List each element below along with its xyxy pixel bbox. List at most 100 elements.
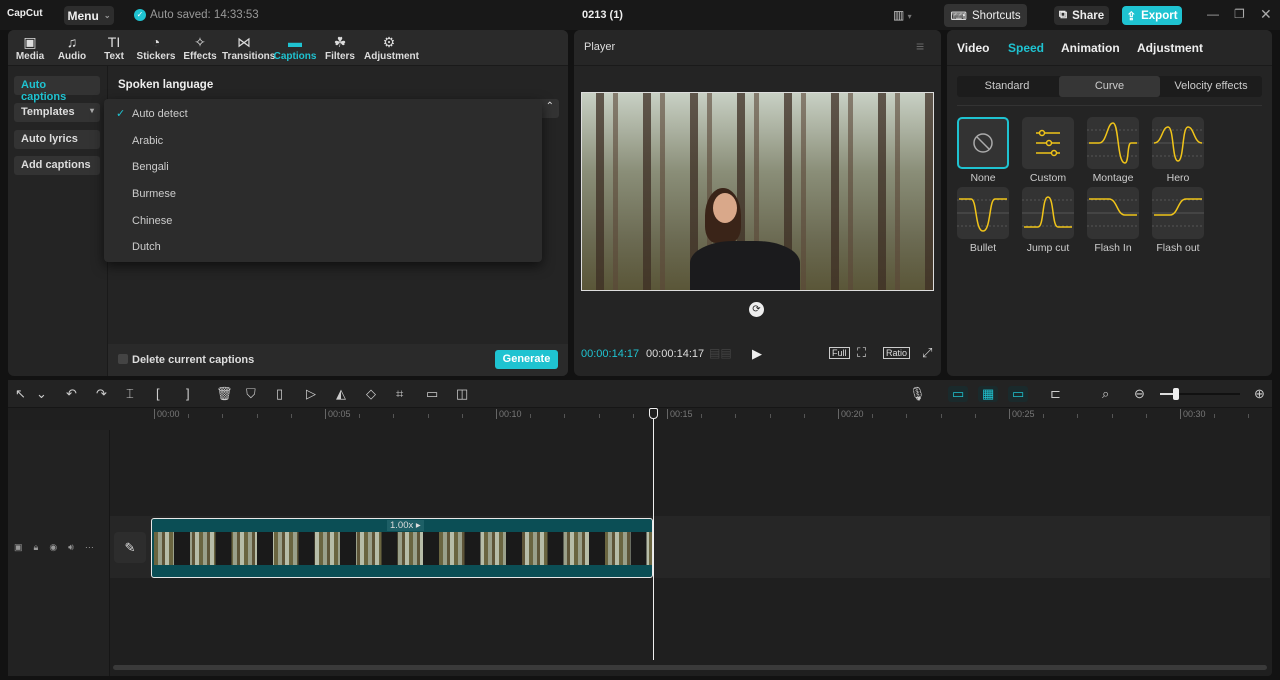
ruler-tick: 00:25	[1009, 409, 1035, 419]
volume-icon[interactable]: 🔊︎	[68, 542, 74, 553]
tab-stickers[interactable]: ◔ Stickers	[134, 34, 178, 62]
curve-hero[interactable]	[1152, 117, 1204, 169]
curve-flash-out[interactable]	[1152, 187, 1204, 239]
curve-montage[interactable]	[1087, 117, 1139, 169]
tab-speed[interactable]: Speed	[1008, 41, 1044, 55]
delete-icon[interactable]: 🗑︎	[216, 386, 233, 402]
eye-icon[interactable]: ◉	[49, 542, 57, 553]
tab-text[interactable]: TI Text	[92, 34, 136, 62]
horizontal-scrollbar[interactable]	[113, 665, 1267, 670]
menu-button[interactable]: Menu ⌄	[64, 6, 114, 25]
auto-reframe-icon[interactable]: ▭	[426, 386, 438, 402]
tab-captions[interactable]: ▬ Captions	[273, 34, 317, 62]
tab-adjustment[interactable]: ⚙ Adjustment	[364, 34, 419, 62]
segment-velocity-effects[interactable]: Velocity effects	[1162, 76, 1260, 97]
preview-axis-icon[interactable]: ⊏	[1050, 386, 1061, 402]
minimize-button[interactable]: —	[1207, 7, 1219, 21]
zoom-out-icon[interactable]: ⊖	[1134, 386, 1145, 402]
menu-icon[interactable]: ≡	[916, 38, 924, 54]
undo-icon[interactable]: ↶	[66, 386, 77, 402]
restore-button[interactable]: ❐	[1234, 7, 1245, 21]
more-icon[interactable]: ⋯	[85, 542, 94, 553]
full-button[interactable]: Full	[829, 347, 850, 359]
freeze-icon[interactable]: ▯	[276, 386, 283, 402]
crop-icon[interactable]: ⌗	[396, 386, 403, 402]
main-track-magnet-icon[interactable]: ▭	[948, 386, 969, 402]
tab-media[interactable]: ▣ Media	[8, 34, 52, 62]
mark-icon[interactable]: ⛉	[246, 386, 256, 402]
rotate-icon[interactable]: ⟳	[749, 302, 764, 317]
link-icon[interactable]: ▭	[1008, 386, 1029, 402]
tab-label: Captions	[273, 51, 317, 62]
fullscreen-icon[interactable]: ⤢	[922, 345, 932, 361]
current-time: 00:00:14:17	[581, 348, 640, 360]
curve-jump-cut[interactable]	[1022, 187, 1074, 239]
lock-icon[interactable]: 🔒︎	[34, 542, 39, 553]
language-label: Arabic	[132, 134, 164, 147]
curve-label: Jump cut	[1026, 242, 1070, 254]
playhead[interactable]	[648, 408, 658, 660]
close-button[interactable]: ✕	[1260, 6, 1272, 23]
sidebar-item-add-captions[interactable]: Add captions	[14, 156, 100, 175]
trim-left-icon[interactable]: [	[156, 386, 160, 401]
language-option-burmese[interactable]: Burmese	[104, 181, 542, 208]
language-option-dutch[interactable]: Dutch	[104, 234, 542, 261]
microphone-icon[interactable]: 🎙︎	[909, 386, 926, 402]
tab-filters[interactable]: ☘ Filters	[318, 34, 362, 62]
language-option-chinese[interactable]: Chinese	[104, 208, 542, 235]
none-icon	[957, 117, 1009, 172]
trim-right-icon[interactable]: ]	[186, 386, 190, 401]
chevron-up-icon: ⌃	[545, 101, 554, 112]
ruler-tick: 00:15	[667, 409, 693, 419]
generate-button[interactable]: Generate	[495, 350, 558, 369]
language-option-arabic[interactable]: Arabic	[104, 128, 542, 155]
curve-custom[interactable]	[1022, 117, 1074, 169]
layout-icon[interactable]: ▥ ▾	[893, 8, 912, 22]
edit-cover-button[interactable]: ✎	[114, 532, 146, 563]
sidebar-item-auto-lyrics[interactable]: Auto lyrics	[14, 130, 100, 149]
play-button[interactable]: ▶	[752, 346, 762, 362]
zoom-to-fit-icon[interactable]: ⌕	[1102, 386, 1109, 402]
tab-adjustment[interactable]: Adjustment	[1137, 41, 1203, 55]
clip-speed-badge[interactable]: 1.00x ▸	[387, 520, 424, 531]
auto-snap-icon[interactable]: ▦	[978, 386, 999, 402]
language-option-auto-detect[interactable]: ✓ Auto detect	[104, 101, 542, 128]
language-option-bengali[interactable]: Bengali	[104, 154, 542, 181]
player-title: Player	[584, 41, 616, 53]
shortcuts-button[interactable]: ⌨ Shortcuts	[944, 4, 1027, 27]
tab-video[interactable]: Video	[957, 41, 989, 55]
cover-icon[interactable]: ▣	[14, 542, 23, 553]
app-logo: CapCut	[7, 8, 43, 19]
slider-thumb[interactable]	[1173, 388, 1179, 400]
tab-effects[interactable]: ✧ Effects	[178, 34, 222, 62]
curve-flash-in[interactable]	[1087, 187, 1139, 239]
tab-audio[interactable]: ♫ Audio	[50, 34, 94, 62]
zoom-fit-icon[interactable]: ⛶	[857, 345, 866, 361]
rotate-icon[interactable]: ◇	[366, 386, 376, 402]
reverse-icon[interactable]: ▷	[306, 386, 316, 402]
export-button[interactable]: ⇪ Export	[1122, 6, 1182, 25]
split-screen-icon[interactable]: ◫	[456, 386, 468, 402]
delete-captions-checkbox[interactable]	[118, 354, 128, 364]
tab-transitions[interactable]: ⋈ Transitions	[222, 34, 275, 62]
select-dropdown-icon[interactable]: ⌄	[36, 386, 47, 402]
redo-icon[interactable]: ↷	[96, 386, 107, 402]
select-tool-icon[interactable]: ↖	[15, 386, 26, 402]
video-clip[interactable]: 1.00x ▸	[151, 518, 653, 578]
ruler-tick: 00:10	[496, 409, 522, 419]
share-button[interactable]: ⧉ Share	[1054, 6, 1109, 25]
curve-bullet[interactable]	[957, 187, 1009, 239]
sidebar-item-auto-captions[interactable]: Auto captions	[14, 76, 100, 103]
tab-animation[interactable]: Animation	[1061, 41, 1120, 55]
segment-standard[interactable]: Standard	[957, 76, 1057, 97]
segment-curve[interactable]: Curve	[1059, 76, 1160, 97]
playhead-handle[interactable]	[648, 408, 658, 419]
curve-none[interactable]	[957, 117, 1009, 169]
mirror-icon[interactable]: ◭	[336, 386, 346, 402]
video-preview[interactable]	[581, 92, 934, 291]
timeline-zoom-slider[interactable]	[1160, 388, 1240, 400]
ratio-button[interactable]: Ratio	[883, 347, 911, 359]
sidebar-item-templates[interactable]: Templates ▾	[14, 103, 100, 122]
split-icon[interactable]: ⌶	[126, 386, 134, 402]
zoom-in-icon[interactable]: ⊕	[1254, 386, 1265, 402]
